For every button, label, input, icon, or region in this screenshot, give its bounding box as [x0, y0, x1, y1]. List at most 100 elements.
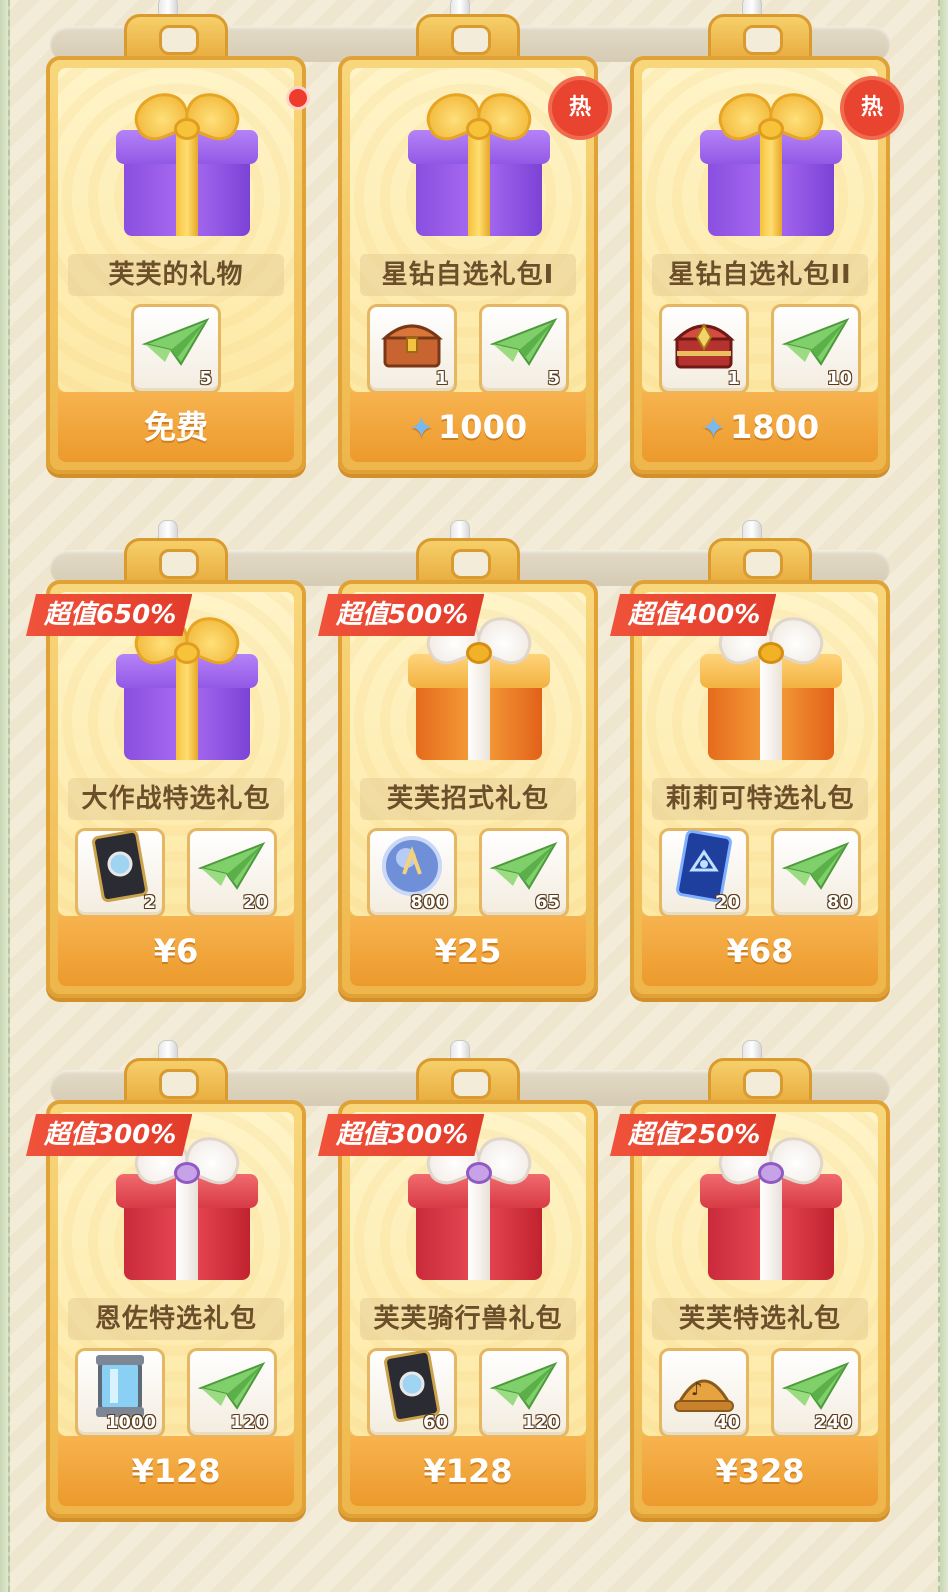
card-display: 大作战特选礼包 2 20 [58, 592, 294, 918]
hot-badge: 热 [844, 80, 900, 136]
buy-button[interactable]: ¥128 [58, 1436, 294, 1506]
gift-pack-card[interactable]: 芙芙的礼物 5 免费 [46, 0, 310, 474]
purple-gift-icon [404, 85, 554, 244]
card-display: 莉莉可特选礼包 20 80 [642, 592, 878, 918]
value-ribbon: 超值650% [26, 594, 193, 636]
price-label: ¥128 [423, 1452, 513, 1490]
pack-name: 芙芙特选礼包 [652, 1298, 868, 1340]
value-ribbon: 超值500% [318, 594, 485, 636]
reward-item-slot[interactable]: 65 [479, 828, 569, 918]
reward-item-slot[interactable]: 800 [367, 828, 457, 918]
paper-plane-icon [781, 838, 851, 898]
reward-items: 60 120 [350, 1348, 586, 1440]
pack-name: 芙芙的礼物 [68, 254, 284, 296]
price-label: ¥128 [131, 1452, 221, 1490]
orange-gift-icon [696, 609, 846, 768]
gift-pack-card[interactable]: 大作战特选礼包 2 20 ¥6 超值650% [26, 520, 306, 998]
reward-item-slot[interactable]: 2 [75, 828, 165, 918]
card-body: 星钻自选礼包I 1 5 ✦ 1000 热 [338, 56, 608, 474]
price-label: ¥68 [726, 932, 794, 970]
reward-items: 1 5 [350, 304, 586, 396]
pack-name: 莉莉可特选礼包 [652, 778, 868, 820]
item-quantity: 20 [242, 892, 268, 913]
gift-pack-card[interactable]: 莉莉可特选礼包 20 80 ¥68 超值400% [610, 520, 890, 998]
card-body: 恩佐特选礼包 1000 120 ¥128 [46, 1100, 306, 1518]
buy-button[interactable]: ¥25 [350, 916, 586, 986]
paper-plane-icon [781, 1358, 851, 1418]
gift-pack-card[interactable]: 芙芙骑行兽礼包 60 120 ¥128 超值300% [318, 1040, 598, 1518]
item-quantity: 800 [410, 892, 448, 913]
value-ribbon: 超值400% [610, 594, 777, 636]
item-quantity: 1 [435, 368, 448, 389]
gift-pack-card[interactable]: 星钻自选礼包II 1 10 ✦ 1800 热 [630, 0, 900, 474]
item-quantity: 240 [814, 1412, 852, 1433]
orange-gift-icon [404, 609, 554, 768]
reward-item-slot[interactable]: 1 [659, 304, 749, 394]
buy-button[interactable]: ✦ 1000 [350, 392, 586, 462]
reward-item-slot[interactable]: 10 [771, 304, 861, 394]
value-ribbon: 超值300% [26, 1114, 193, 1156]
reward-item-slot[interactable]: 5 [479, 304, 569, 394]
card-body: 芙芙特选礼包 ♪ 40 240 ¥328 [630, 1100, 890, 1518]
item-quantity: 120 [230, 1412, 268, 1433]
gift-pack-card[interactable]: 芙芙招式礼包 800 65 ¥25 超值500% [318, 520, 598, 998]
card-display: 星钻自选礼包II 1 10 [642, 68, 878, 394]
pack-name: 恩佐特选礼包 [68, 1298, 284, 1340]
reward-item-slot[interactable]: 20 [187, 828, 277, 918]
price-label: 免费 [143, 408, 208, 446]
price-label: ¥328 [715, 1452, 805, 1490]
purple-gift-icon [112, 609, 262, 768]
buy-button[interactable]: ¥68 [642, 916, 878, 986]
pack-name: 芙芙招式礼包 [360, 778, 576, 820]
reward-item-slot[interactable]: 5 [131, 304, 221, 394]
star-diamond-icon: ✦ [408, 411, 435, 446]
reward-item-slot[interactable]: 120 [479, 1348, 569, 1438]
gift-pack-card[interactable]: 芙芙特选礼包 ♪ 40 240 ¥328 超值250% [610, 1040, 890, 1518]
card-body: 芙芙招式礼包 800 65 ¥25 [338, 580, 598, 998]
item-quantity: 1000 [105, 1412, 156, 1433]
card-display: 芙芙特选礼包 ♪ 40 240 [642, 1112, 878, 1438]
reward-items: 1000 120 [58, 1348, 294, 1440]
buy-button[interactable]: ¥128 [350, 1436, 586, 1506]
reward-item-slot[interactable]: ♪ 40 [659, 1348, 749, 1438]
reward-item-slot[interactable]: 60 [367, 1348, 457, 1438]
reward-items: 1 10 [642, 304, 878, 396]
item-quantity: 40 [714, 1412, 740, 1433]
gift-pack-card[interactable]: 星钻自选礼包I 1 5 ✦ 1000 热 [338, 0, 608, 474]
left-border [0, 0, 10, 1592]
buy-button[interactable]: 免费 [58, 392, 294, 462]
card-body: 芙芙骑行兽礼包 60 120 ¥128 [338, 1100, 598, 1518]
reward-items: 20 80 [642, 828, 878, 920]
price-label: 1800 [730, 408, 820, 446]
buy-button[interactable]: ✦ 1800 [642, 392, 878, 462]
reward-items: 2 20 [58, 828, 294, 920]
item-quantity: 80 [826, 892, 852, 913]
pack-name: 星钻自选礼包I [360, 254, 576, 296]
value-ribbon: 超值250% [610, 1114, 777, 1156]
item-quantity: 2 [143, 892, 156, 913]
gift-pack-card[interactable]: 恩佐特选礼包 1000 120 ¥128 超值300% [26, 1040, 306, 1518]
card-display: 芙芙骑行兽礼包 60 120 [350, 1112, 586, 1438]
pack-name: 大作战特选礼包 [68, 778, 284, 820]
item-quantity: 5 [547, 368, 560, 389]
paper-plane-icon [489, 314, 559, 374]
buy-button[interactable]: ¥6 [58, 916, 294, 986]
reward-item-slot[interactable]: 1 [367, 304, 457, 394]
card-display: 星钻自选礼包I 1 5 [350, 68, 586, 394]
reward-item-slot[interactable]: 240 [771, 1348, 861, 1438]
pack-name: 芙芙骑行兽礼包 [360, 1298, 576, 1340]
reward-item-slot[interactable]: 120 [187, 1348, 277, 1438]
paper-plane-icon [141, 314, 211, 374]
price-label: ¥6 [153, 932, 199, 970]
paper-plane-icon [197, 838, 267, 898]
buy-button[interactable]: ¥328 [642, 1436, 878, 1506]
reward-item-slot[interactable]: 1000 [75, 1348, 165, 1438]
notification-dot [286, 86, 310, 110]
paper-plane-icon [197, 1358, 267, 1418]
item-quantity: 120 [522, 1412, 560, 1433]
reward-item-slot[interactable]: 20 [659, 828, 749, 918]
pack-name: 星钻自选礼包II [652, 254, 868, 296]
reward-item-slot[interactable]: 80 [771, 828, 861, 918]
purple-gift-icon [112, 85, 262, 244]
price-label: 1000 [438, 408, 528, 446]
